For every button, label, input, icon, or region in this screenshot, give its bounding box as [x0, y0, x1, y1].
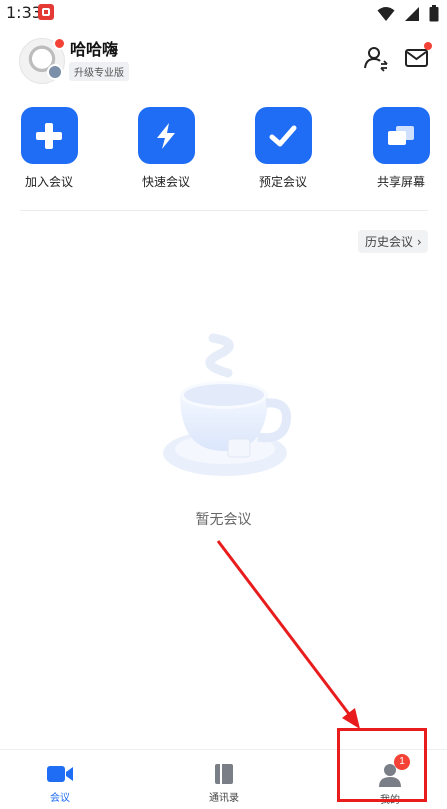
plus-icon [36, 122, 62, 149]
profile-header: 哈哈嗨 升级专业版 [0, 34, 447, 84]
divider [20, 210, 428, 211]
quick-actions: 加入会议 快速会议 预定会议 共享屏幕 [0, 107, 447, 197]
empty-state-text: 暂无会议 [195, 512, 252, 528]
tab-contacts[interactable]: 通讯录 [164, 750, 284, 809]
status-icons [373, 3, 439, 22]
tab-label: 通讯录 [209, 793, 239, 804]
signal-icon [404, 6, 419, 21]
contact-book-icon [215, 764, 233, 784]
action-label: 共享屏幕 [376, 175, 425, 189]
history-meetings-button[interactable]: 历史会议 › [358, 230, 428, 253]
check-icon [269, 125, 297, 146]
app-notification-icon [38, 4, 54, 20]
action-label: 预定会议 [258, 175, 307, 189]
action-label: 快速会议 [141, 175, 190, 189]
schedule-meeting-button[interactable]: 预定会议 [243, 107, 323, 190]
action-tile [372, 107, 430, 164]
account-level-icon [47, 64, 63, 80]
action-tile [254, 107, 312, 164]
tab-label: 会议 [50, 793, 70, 804]
wifi-icon [377, 6, 395, 21]
battery-icon [429, 5, 439, 22]
mail-notification-dot [424, 42, 432, 50]
action-label: 加入会议 [24, 175, 73, 189]
add-contact-icon[interactable] [362, 44, 390, 72]
avatar-notification-dot [53, 37, 66, 50]
coffee-cup-illustration [163, 333, 292, 476]
quick-meeting-button[interactable]: 快速会议 [126, 107, 206, 190]
join-meeting-button[interactable]: 加入会议 [9, 107, 89, 190]
status-bar: 1:33 [0, 0, 447, 26]
tab-meetings[interactable]: 会议 [0, 750, 120, 809]
lightning-icon [157, 122, 175, 149]
video-camera-icon [47, 766, 73, 782]
share-screen-button[interactable]: 共享屏幕 [361, 107, 441, 190]
annotation-highlight-box [337, 728, 427, 802]
action-tile [137, 107, 195, 164]
action-tile [20, 107, 78, 164]
share-screen-icon [388, 125, 414, 145]
user-name: 哈哈嗨 [70, 40, 119, 59]
status-time: 1:33 [6, 3, 42, 22]
upgrade-pro-button[interactable]: 升级专业版 [69, 62, 129, 81]
